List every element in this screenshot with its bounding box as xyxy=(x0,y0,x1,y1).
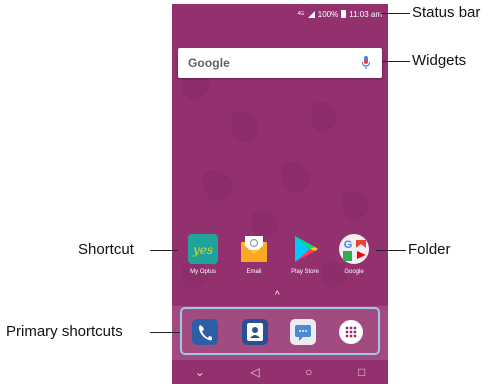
recents-icon[interactable]: □ xyxy=(358,365,365,379)
shortcut-line xyxy=(150,250,178,251)
app-label: Google xyxy=(344,269,364,275)
callout-primary-shortcuts: Primary shortcuts xyxy=(6,323,123,340)
svg-text:G: G xyxy=(344,239,353,251)
folder-google[interactable]: G Google xyxy=(329,234,379,275)
app-label: Play Store xyxy=(291,269,319,275)
battery-percent: 100% xyxy=(317,9,339,19)
signal-icon xyxy=(307,10,315,18)
navigation-bar: ⌄ ◁ ○ □ xyxy=(172,360,388,384)
app-email[interactable]: Email xyxy=(229,234,279,275)
app-label: Email xyxy=(246,269,262,275)
optus-yes-icon: yes xyxy=(188,234,218,264)
widgets-line xyxy=(382,61,410,62)
clock: 11:03 am xyxy=(349,9,382,19)
callout-folder: Folder xyxy=(408,241,451,258)
app-label: My Optus xyxy=(190,269,216,275)
app-play-store[interactable]: Play Store xyxy=(280,234,330,275)
status-bar: 4G 100% 11:03 am xyxy=(172,4,388,24)
folder-line xyxy=(376,250,406,251)
home-icon[interactable]: ○ xyxy=(305,365,312,379)
callout-status-bar: Status bar xyxy=(412,4,481,21)
primary-shortcuts-line xyxy=(150,332,180,333)
chevron-down-icon[interactable]: ⌄ xyxy=(195,365,205,379)
back-icon[interactable]: ◁ xyxy=(250,365,259,379)
app-my-optus[interactable]: yes My Optus xyxy=(178,234,228,275)
home-apps-row: yes My Optus Email Play Store G Google xyxy=(172,234,388,286)
email-icon xyxy=(239,234,269,264)
network-type: 4G xyxy=(297,10,305,17)
battery-icon xyxy=(341,10,347,18)
svg-text:yes: yes xyxy=(192,243,213,257)
google-logo: Google xyxy=(188,56,230,70)
callout-shortcut: Shortcut xyxy=(78,241,134,258)
google-folder-icon: G xyxy=(339,234,369,264)
play-store-icon xyxy=(290,234,320,264)
chevron-up-icon[interactable]: ^ xyxy=(275,290,280,301)
primary-shortcuts-highlight xyxy=(180,307,380,355)
callout-widgets: Widgets xyxy=(412,52,467,69)
status-bar-line xyxy=(380,13,410,14)
mic-icon[interactable] xyxy=(360,55,372,71)
google-search-widget[interactable]: Google xyxy=(178,48,382,78)
